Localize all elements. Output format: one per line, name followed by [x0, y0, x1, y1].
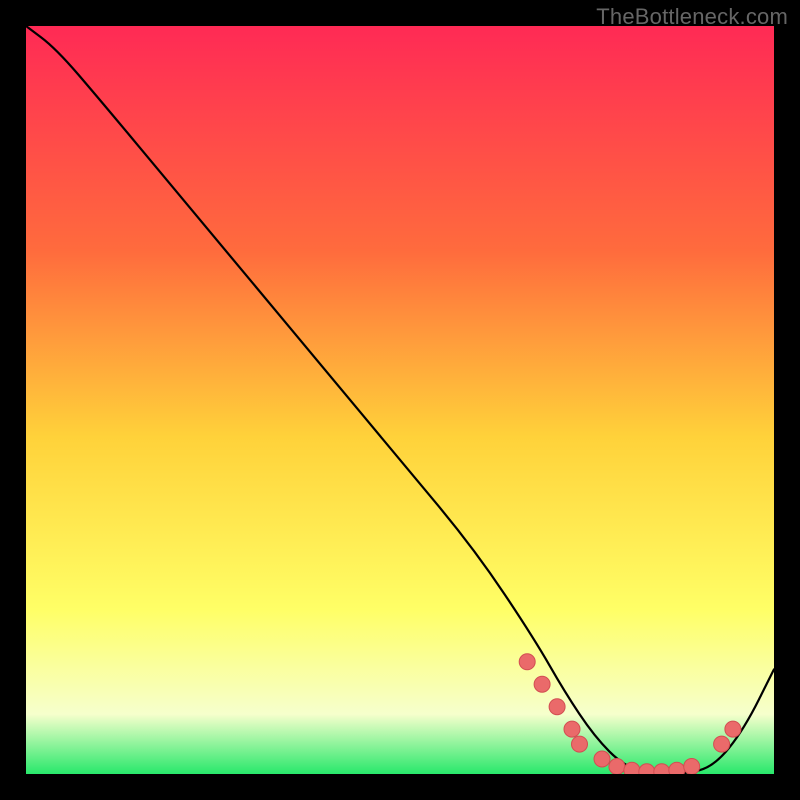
data-dot — [594, 751, 610, 767]
data-dot — [684, 759, 700, 775]
chart-frame: TheBottleneck.com — [0, 0, 800, 800]
data-dot — [519, 654, 535, 670]
data-dot — [549, 699, 565, 715]
data-dot — [669, 762, 685, 774]
data-dot — [609, 759, 625, 775]
data-dot — [572, 736, 588, 752]
data-dot — [624, 762, 640, 774]
gradient-background — [26, 26, 774, 774]
data-dot — [714, 736, 730, 752]
data-dot — [564, 721, 580, 737]
plot-area — [26, 26, 774, 774]
data-dot — [725, 721, 741, 737]
watermark-label: TheBottleneck.com — [596, 4, 788, 30]
chart-svg — [26, 26, 774, 774]
data-dot — [534, 676, 550, 692]
